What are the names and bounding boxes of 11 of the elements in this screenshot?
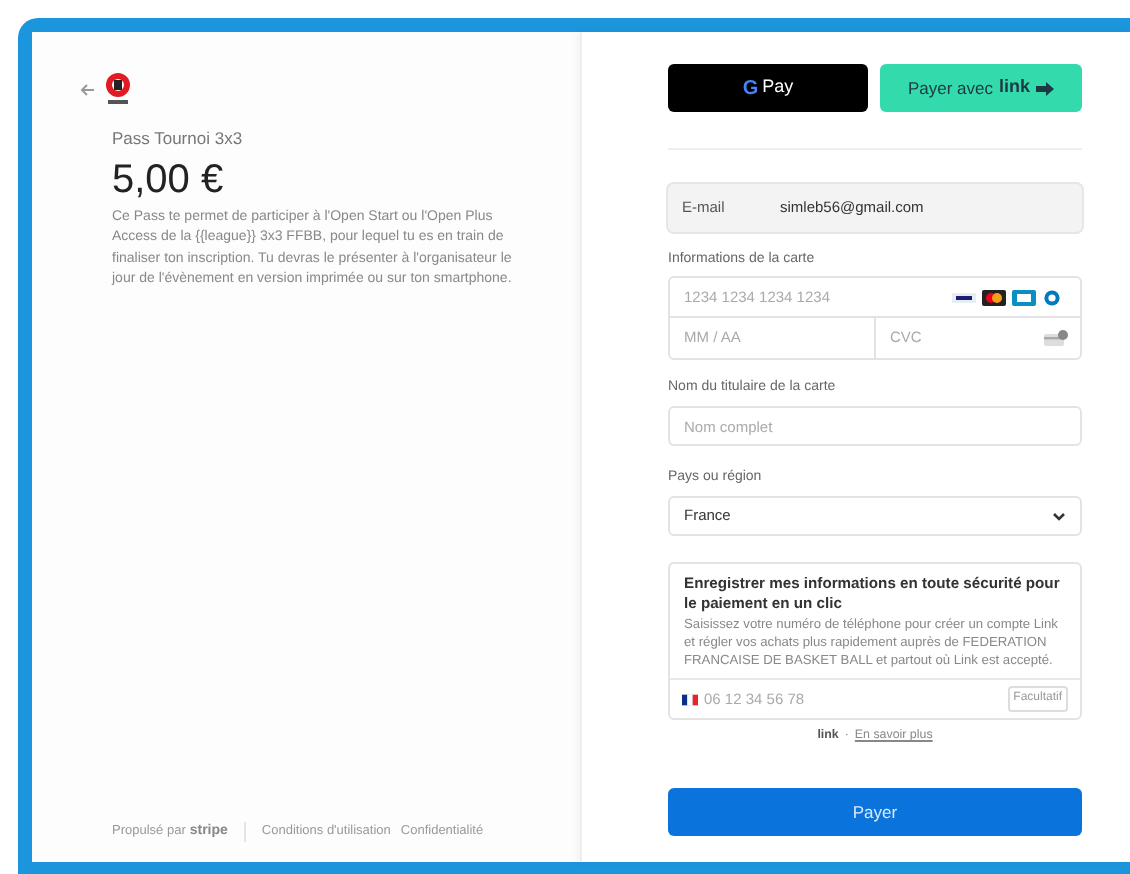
pay-button[interactable]: Payer [668,788,1082,837]
flag-icon[interactable] [682,693,698,705]
arrow-right-icon [1036,81,1055,95]
logo-icon[interactable] [104,72,132,106]
price: 5,00 € [112,155,226,204]
product-name: Pass Tournoi 3x3 [112,126,245,152]
cvc-card-icon [1044,330,1068,346]
link-pay-button[interactable]: Payer avec link [880,64,1082,112]
google-pay-button[interactable]: G Pay [668,64,868,112]
back-arrow-icon[interactable] [80,83,96,95]
chevron-down-icon [1052,511,1066,521]
